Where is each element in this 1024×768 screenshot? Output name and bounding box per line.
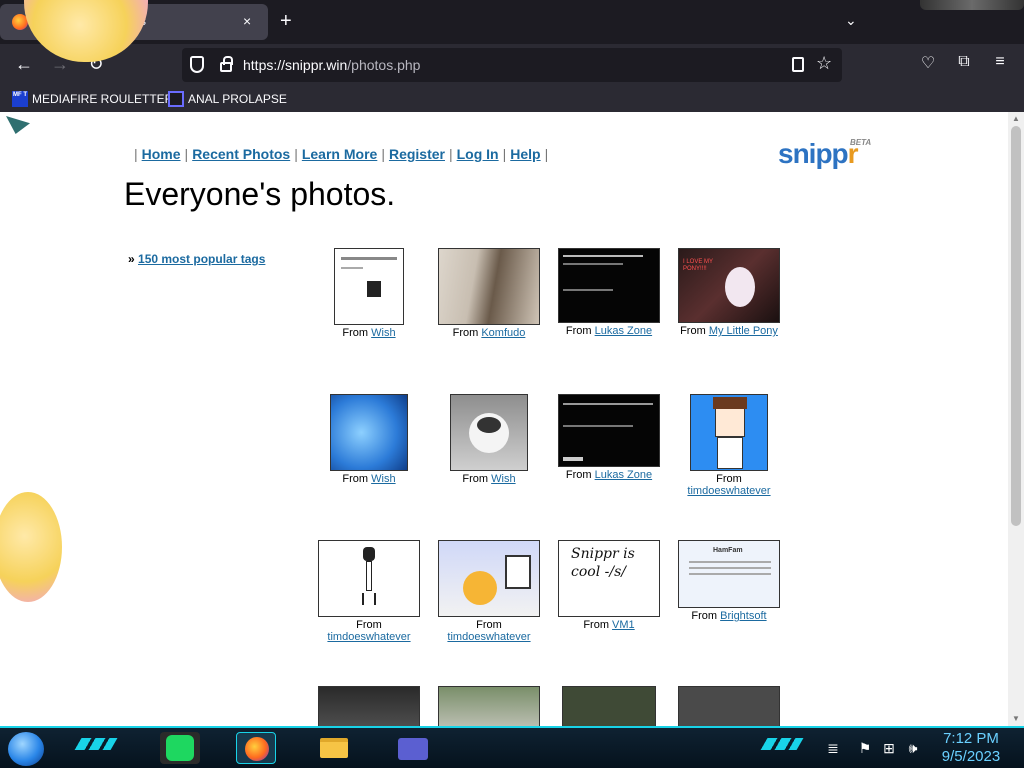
volume-icon[interactable]: 🕪 xyxy=(904,740,922,757)
mascot-sticker xyxy=(0,492,62,602)
extensions-puzzle-icon[interactable]: ⧉ xyxy=(954,53,974,71)
scroll-thumb[interactable] xyxy=(1011,126,1021,526)
hamburger-menu-icon[interactable]: ≡ xyxy=(990,53,1010,71)
photo-source-link[interactable]: Wish xyxy=(491,473,515,485)
photo-item: Snippr is cool -/s/ From VM1 xyxy=(554,540,664,631)
clock-time: 7:12 PM xyxy=(943,730,999,747)
photo-thumbnail[interactable] xyxy=(334,248,404,325)
photo-thumbnail[interactable] xyxy=(690,394,768,471)
photo-thumbnail[interactable]: HamFam xyxy=(678,540,780,608)
photo-item: From timdoeswhatever xyxy=(312,540,426,643)
photo-thumbnail[interactable] xyxy=(438,540,540,617)
photo-thumbnail[interactable] xyxy=(438,686,540,726)
network-icon[interactable]: ⊞ xyxy=(880,740,898,757)
reader-view-icon[interactable] xyxy=(792,57,804,72)
photo-thumbnail[interactable] xyxy=(678,686,780,726)
photo-thumbnail[interactable] xyxy=(558,248,660,323)
url-bar[interactable]: https://snippr.win/photos.php ☆ xyxy=(182,48,842,82)
bookmark-site-icon xyxy=(168,91,184,107)
taskbar-file-explorer-icon[interactable] xyxy=(314,732,354,764)
start-button[interactable] xyxy=(8,732,44,766)
photo-thumbnail[interactable] xyxy=(438,248,540,325)
photo-item: From Komfudo xyxy=(436,248,542,339)
nav-help-link[interactable]: Help xyxy=(510,146,540,162)
photo-item: From timdoeswhatever xyxy=(432,540,546,643)
photo-item: From Wish xyxy=(446,394,532,485)
scroll-up-icon[interactable]: ▲ xyxy=(1012,114,1020,123)
cursor-decoration xyxy=(6,116,30,134)
photo-item: From Wish xyxy=(326,394,412,485)
mediafire-icon: MF T xyxy=(12,91,28,107)
nav-home-link[interactable]: Home xyxy=(142,146,181,162)
taskbar-clock[interactable]: 7:12 PM 9/5/2023 xyxy=(938,730,1004,766)
photo-item: From timdoeswhatever xyxy=(680,394,778,497)
photo-source-link[interactable]: Lukas Zone xyxy=(595,325,652,337)
lock-icon[interactable] xyxy=(220,56,233,72)
back-arrow-icon[interactable]: ← xyxy=(13,54,35,74)
photo-thumbnail[interactable] xyxy=(558,394,660,467)
action-center-flag-icon[interactable]: ⚑ xyxy=(856,740,874,757)
taskbar-decoration xyxy=(760,738,804,750)
photo-source-link[interactable]: VM1 xyxy=(612,619,635,631)
page-viewport: | Home | Recent Photos | Learn More | Register |… xyxy=(0,112,1008,726)
photo-item: I LOVE MY PONY!!!! From My Little Pony xyxy=(676,248,782,337)
beta-badge: BETA xyxy=(850,138,872,147)
popular-tags-link[interactable]: 150 most popular tags xyxy=(138,252,265,266)
tracking-shield-icon[interactable] xyxy=(190,56,204,73)
popular-tags: » 150 most popular tags xyxy=(128,252,266,266)
photo-source-link[interactable]: timdoeswhatever xyxy=(687,485,770,497)
new-tab-button[interactable]: + xyxy=(280,10,292,32)
vertical-scrollbar[interactable]: ▲ ▼ xyxy=(1008,112,1024,726)
photo-thumbnail[interactable] xyxy=(318,686,420,726)
nav-recent-photos-link[interactable]: Recent Photos xyxy=(192,146,290,162)
photo-item: HamFam From Brightsoft xyxy=(676,540,782,622)
photo-thumbnail[interactable]: I LOVE MY PONY!!!! xyxy=(678,248,780,323)
clock-date: 9/5/2023 xyxy=(941,748,1001,765)
bookmark-anal-prolapse[interactable]: ANAL PROLAPSE xyxy=(168,91,287,107)
photo-caption: I LOVE MY PONY!!!! xyxy=(683,259,713,272)
site-navigation: | Home | Recent Photos | Learn More | Register |… xyxy=(134,146,549,162)
nav-log-in-link[interactable]: Log In xyxy=(457,146,499,162)
taskbar-spotify-icon[interactable] xyxy=(160,732,200,764)
taskbar-decoration xyxy=(74,738,118,750)
scroll-down-icon[interactable]: ▼ xyxy=(1012,714,1020,723)
photo-thumbnail[interactable] xyxy=(562,686,656,726)
page-title: Everyone's photos. xyxy=(124,176,396,212)
photo-caption: Snippr is cool -/s/ xyxy=(571,546,635,580)
photo-source-link[interactable]: Lukas Zone xyxy=(595,469,652,481)
photo-item: From Lukas Zone xyxy=(554,394,664,481)
show-hidden-icons-icon[interactable]: ≣ xyxy=(824,740,842,757)
photo-item: From Wish xyxy=(326,248,412,339)
bookmark-star-icon[interactable]: ☆ xyxy=(816,53,832,74)
photo-source-link[interactable]: Wish xyxy=(371,473,395,485)
tab-bar: s × + ⌄ xyxy=(0,0,1024,44)
bookmarks-toolbar: MF T MEDIAFIRE ROULETTER ANAL PROLAPSE xyxy=(0,86,1024,112)
photo-thumbnail[interactable]: Snippr is cool -/s/ xyxy=(558,540,660,617)
taskbar: ≣ ⚑ ⊞ 🕪 7:12 PM 9/5/2023 xyxy=(0,726,1024,768)
pocket-icon[interactable]: ♡ xyxy=(918,53,938,73)
bookmark-mediafire-rouletter[interactable]: MF T MEDIAFIRE ROULETTER xyxy=(12,91,173,107)
photo-source-link[interactable]: Brightsoft xyxy=(720,610,766,622)
taskbar-firefox-icon[interactable] xyxy=(236,732,276,764)
photo-thumbnail[interactable] xyxy=(330,394,408,471)
list-tabs-chevron-icon[interactable]: ⌄ xyxy=(845,12,857,29)
taskbar-app-icon[interactable] xyxy=(392,732,432,764)
snippr-logo[interactable]: snippr xyxy=(778,138,859,170)
window-decoration xyxy=(920,0,1024,10)
photo-thumbnail[interactable] xyxy=(318,540,420,617)
photo-thumbnail[interactable] xyxy=(450,394,528,471)
photo-caption: HamFam xyxy=(713,547,743,554)
photo-item: From Lukas Zone xyxy=(554,248,664,337)
close-tab-icon[interactable]: × xyxy=(243,12,251,30)
nav-learn-more-link[interactable]: Learn More xyxy=(302,146,377,162)
navigation-toolbar: ← → ↻ https://snippr.win/photos.php ☆ ♡ … xyxy=(0,44,1024,86)
photo-source-link[interactable]: timdoeswhatever xyxy=(327,631,410,643)
photo-source-link[interactable]: Komfudo xyxy=(481,327,525,339)
url-text[interactable]: https://snippr.win/photos.php xyxy=(243,57,420,73)
photo-source-link[interactable]: My Little Pony xyxy=(709,325,778,337)
photo-source-link[interactable]: Wish xyxy=(371,327,395,339)
nav-register-link[interactable]: Register xyxy=(389,146,445,162)
photo-source-link[interactable]: timdoeswhatever xyxy=(447,631,530,643)
